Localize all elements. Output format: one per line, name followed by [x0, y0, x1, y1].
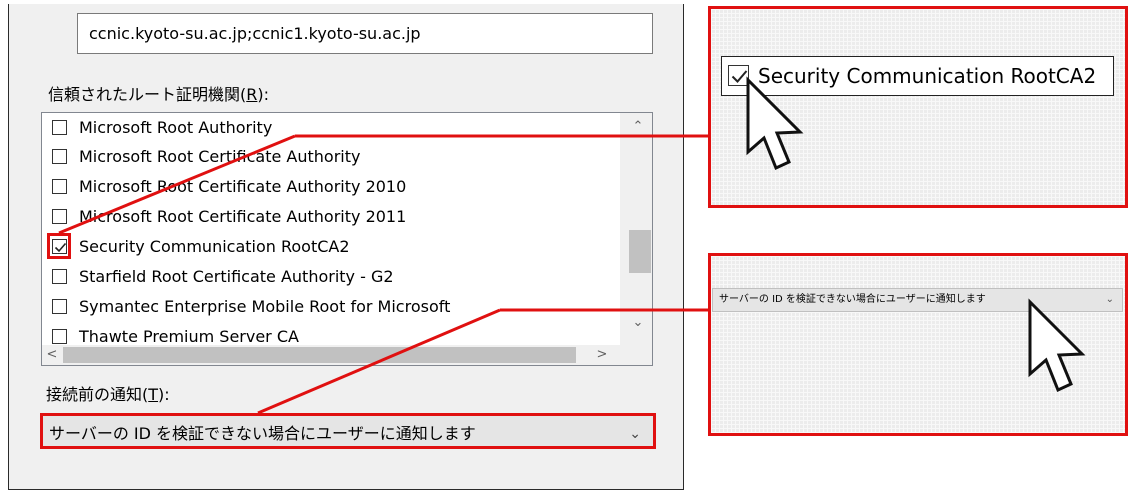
callout-lines	[58, 134, 708, 415]
